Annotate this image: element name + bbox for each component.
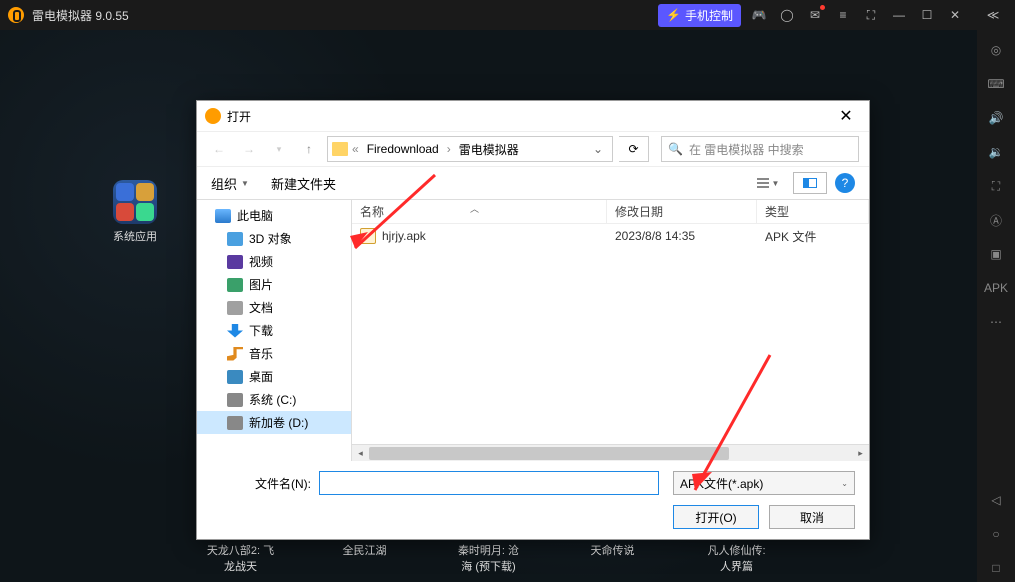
apk-file-icon: [360, 228, 376, 244]
side-more-icon[interactable]: ⋯: [981, 308, 1011, 336]
tree-drive-c[interactable]: 系统 (C:): [197, 388, 351, 411]
side-apk-icon[interactable]: APK: [981, 274, 1011, 302]
side-home-icon[interactable]: ○: [981, 520, 1011, 548]
breadcrumb-bar[interactable]: « Firedownload › 雷电模拟器 ⌄: [327, 136, 613, 162]
column-type[interactable]: 类型: [757, 200, 869, 223]
scrollbar-thumb[interactable]: [369, 447, 729, 460]
folder-icon: [332, 142, 348, 156]
nav-up-button[interactable]: ↑: [297, 137, 321, 161]
column-date[interactable]: 修改日期: [607, 200, 757, 223]
gamepad-icon[interactable]: 🎮: [745, 1, 773, 29]
bolt-icon: ⚡: [666, 8, 681, 22]
file-row[interactable]: hjrjy.apk 2023/8/8 14:35 APK 文件: [352, 224, 869, 248]
side-volume-up-icon[interactable]: 🔊: [981, 104, 1011, 132]
file-type-filter[interactable]: APK文件(*.apk) ⌄: [673, 471, 855, 495]
filename-input[interactable]: [319, 471, 659, 495]
dialog-close-button[interactable]: ✕: [831, 101, 861, 131]
fullscreen-icon[interactable]: ⛶: [857, 1, 885, 29]
dialog-toolbar: 组织▼ 新建文件夹 ▼ ?: [197, 167, 869, 199]
tree-desktop[interactable]: 桌面: [197, 365, 351, 388]
sort-indicator-icon: ︿: [470, 202, 479, 215]
tree-downloads[interactable]: 下载: [197, 319, 351, 342]
system-apps-folder[interactable]: 系统应用: [110, 180, 160, 244]
refresh-button[interactable]: ⟳: [619, 136, 649, 162]
phone-control-label: 手机控制: [685, 7, 733, 24]
file-date: 2023/8/8 14:35: [607, 224, 757, 248]
file-type: APK 文件: [757, 224, 869, 248]
open-button[interactable]: 打开(O): [673, 505, 759, 529]
organize-menu[interactable]: 组织▼: [211, 174, 249, 193]
nav-back-button[interactable]: ←: [207, 137, 231, 161]
tree-3d-objects[interactable]: 3D 对象: [197, 227, 351, 250]
nav-recent-dropdown[interactable]: ▾: [267, 137, 291, 161]
dialog-logo-icon: [205, 108, 221, 124]
tree-drive-d[interactable]: 新加卷 (D:): [197, 411, 351, 434]
breadcrumb-seg-1[interactable]: Firedownload: [363, 140, 443, 158]
app-title: 雷电模拟器 9.0.55: [32, 7, 129, 24]
dialog-title: 打开: [227, 108, 251, 125]
search-input[interactable]: 🔍 在 雷电模拟器 中搜索: [661, 136, 859, 162]
mail-icon[interactable]: ✉: [801, 1, 829, 29]
maximize-button[interactable]: ☐: [913, 1, 941, 29]
close-button[interactable]: ✕: [941, 1, 969, 29]
side-refresh-icon[interactable]: Ⓐ: [981, 206, 1011, 234]
side-keyboard-icon[interactable]: ⌨: [981, 70, 1011, 98]
side-fullscreen-icon[interactable]: ⛶: [981, 172, 1011, 200]
side-back-icon[interactable]: ◁: [981, 486, 1011, 514]
file-list[interactable]: hjrjy.apk 2023/8/8 14:35 APK 文件: [352, 224, 869, 444]
tree-this-pc[interactable]: 此电脑: [197, 204, 351, 227]
side-screenshot-icon[interactable]: ▣: [981, 240, 1011, 268]
help-button[interactable]: ?: [835, 173, 855, 193]
side-recent-icon[interactable]: □: [981, 554, 1011, 582]
app-logo-icon: [8, 7, 24, 23]
app-titlebar: 雷电模拟器 9.0.55 ⚡ 手机控制 🎮 ◯ ✉ ≡ ⛶ — ☐ ✕ ≪: [0, 0, 1015, 30]
filename-label: 文件名(N):: [211, 475, 311, 492]
side-toolbar: ◎ ⌨ 🔊 🔉 ⛶ Ⓐ ▣ APK ⋯ ◁ ○ □: [977, 30, 1015, 582]
collapse-sidebar-icon[interactable]: ≪: [979, 1, 1007, 29]
dialog-nav-bar: ← → ▾ ↑ « Firedownload › 雷电模拟器 ⌄ ⟳ 🔍 在 雷…: [197, 131, 869, 167]
new-folder-button[interactable]: 新建文件夹: [271, 174, 336, 193]
side-volume-down-icon[interactable]: 🔉: [981, 138, 1011, 166]
file-list-area: ︿ 名称 修改日期 类型 hjrjy.apk 2023/8/8 14:35 AP…: [352, 200, 869, 461]
scroll-right-button[interactable]: ▸: [852, 445, 869, 461]
phone-control-button[interactable]: ⚡ 手机控制: [658, 4, 741, 27]
user-icon[interactable]: ◯: [773, 1, 801, 29]
scroll-left-button[interactable]: ◂: [352, 445, 369, 461]
menu-icon[interactable]: ≡: [829, 1, 857, 29]
filter-label: APK文件(*.apk): [680, 475, 763, 492]
horizontal-scrollbar[interactable]: ◂ ▸: [352, 444, 869, 461]
search-placeholder: 在 雷电模拟器 中搜索: [689, 141, 804, 158]
nav-forward-button[interactable]: →: [237, 137, 261, 161]
preview-pane-button[interactable]: [793, 172, 827, 194]
breadcrumb-seg-2[interactable]: 雷电模拟器: [455, 139, 523, 160]
tree-pictures[interactable]: 图片: [197, 273, 351, 296]
column-name[interactable]: 名称: [352, 200, 607, 223]
cancel-button[interactable]: 取消: [769, 505, 855, 529]
file-open-dialog: 打开 ✕ ← → ▾ ↑ « Firedownload › 雷电模拟器 ⌄ ⟳: [196, 100, 870, 540]
search-icon: 🔍: [668, 142, 683, 156]
tree-music[interactable]: 音乐: [197, 342, 351, 365]
emulator-screen: 2:47 ▾ ◢ ▮ 系统应用 天龙八部2: 飞龙战天 全民江湖 秦时明月: 沧…: [0, 30, 977, 582]
tree-documents[interactable]: 文档: [197, 296, 351, 319]
side-compass-icon[interactable]: ◎: [981, 36, 1011, 64]
minimize-button[interactable]: —: [885, 1, 913, 29]
column-headers: ︿ 名称 修改日期 类型: [352, 200, 869, 224]
folder-tree: 此电脑 3D 对象 视频 图片 文档 下载 音乐 桌面 系统 (C:) 新加卷 …: [197, 200, 352, 461]
dialog-titlebar: 打开 ✕: [197, 101, 869, 131]
file-name: hjrjy.apk: [382, 229, 426, 243]
view-mode-button[interactable]: ▼: [751, 172, 785, 194]
system-apps-label: 系统应用: [110, 228, 160, 244]
chevron-down-icon: ⌄: [841, 479, 848, 488]
breadcrumb-dropdown[interactable]: ⌄: [588, 142, 608, 156]
tree-videos[interactable]: 视频: [197, 250, 351, 273]
dialog-footer: 文件名(N): ⌄ APK文件(*.apk) ⌄ 打开(O) 取消: [197, 461, 869, 539]
